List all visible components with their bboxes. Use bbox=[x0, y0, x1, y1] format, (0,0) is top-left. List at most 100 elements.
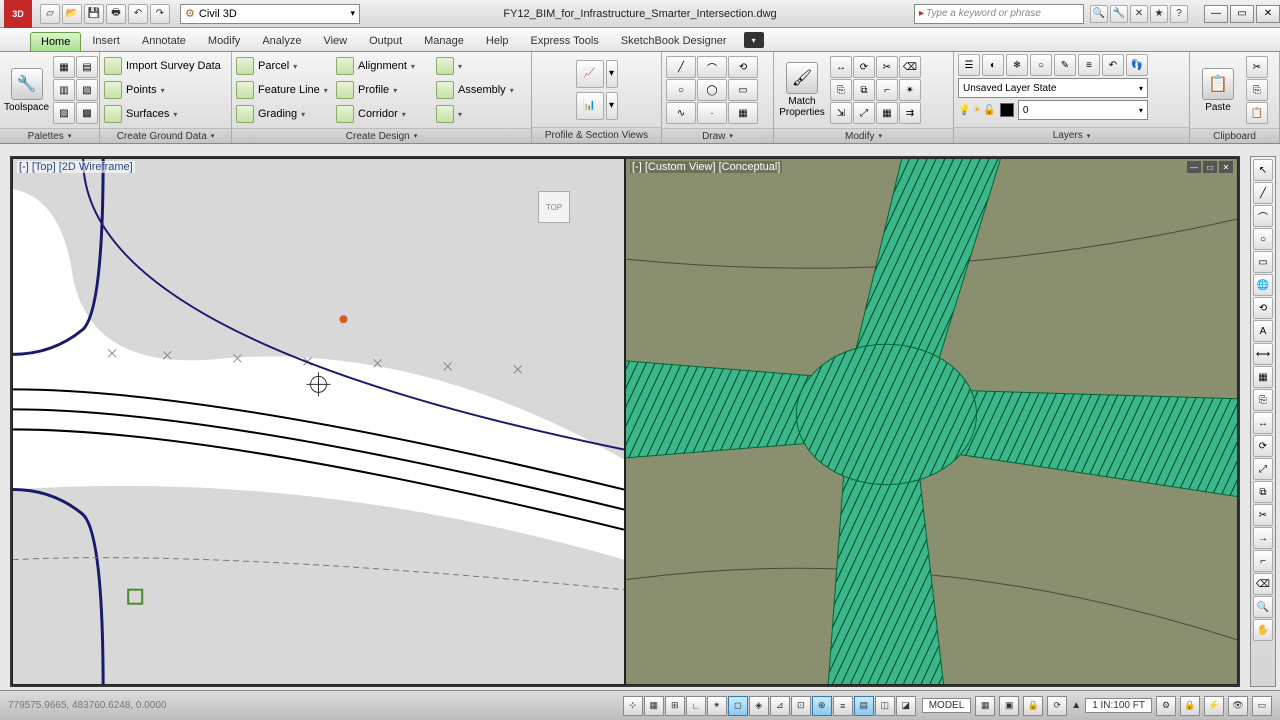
viewport-2d[interactable]: [-] [Top] [2D Wireframe] TOP WCS ▾ bbox=[12, 158, 625, 685]
polyline-button[interactable]: ⟲ bbox=[728, 56, 758, 78]
tool-dim-icon[interactable]: ⟷ bbox=[1253, 343, 1273, 365]
trim-button[interactable]: ✂ bbox=[876, 56, 898, 78]
rotate-button[interactable]: ⟳ bbox=[853, 56, 875, 78]
tool-circle-icon[interactable]: ○ bbox=[1253, 228, 1273, 250]
layer-props-button[interactable]: ☰ bbox=[958, 54, 980, 76]
vp-max-icon[interactable]: ▭ bbox=[1203, 161, 1217, 173]
osnap-button[interactable]: ◻ bbox=[728, 696, 748, 716]
tab-manage[interactable]: Manage bbox=[413, 31, 475, 51]
copy-button[interactable]: ⎘ bbox=[830, 79, 852, 101]
hatch-button[interactable]: ▦ bbox=[728, 102, 758, 124]
corridor-button[interactable]: Corridor▾ bbox=[334, 102, 434, 126]
profile-view-dd[interactable]: ▾ bbox=[606, 60, 618, 88]
panel-ground-title[interactable]: Create Ground Data bbox=[100, 128, 231, 143]
polar-button[interactable]: ✴ bbox=[707, 696, 727, 716]
layer-off-button[interactable]: ○ bbox=[1030, 54, 1052, 76]
panel-draw-title[interactable]: Draw bbox=[662, 128, 773, 143]
tool-arc-icon[interactable]: ⌒ bbox=[1253, 205, 1273, 227]
viewcube-face[interactable]: TOP bbox=[538, 191, 570, 223]
parcel-button[interactable]: Parcel▾ bbox=[234, 54, 334, 78]
tab-home[interactable]: Home bbox=[30, 32, 81, 51]
section-view-dd[interactable]: ▾ bbox=[606, 92, 618, 120]
tool-polyline-icon[interactable]: ⟲ bbox=[1253, 297, 1273, 319]
panel-palettes-title[interactable]: Palettes bbox=[0, 128, 99, 143]
paste-button[interactable]: 📋 Paste bbox=[1192, 54, 1244, 126]
grading-button[interactable]: Grading▾ bbox=[234, 102, 334, 126]
annoscale-lock-icon[interactable]: 🔒 bbox=[1023, 696, 1043, 716]
viewport-2d-label[interactable]: [-] [Top] [2D Wireframe] bbox=[17, 161, 135, 173]
alignment-button[interactable]: Alignment▾ bbox=[334, 54, 434, 78]
palette-btn-3[interactable]: ▥ bbox=[53, 79, 75, 101]
layer-state-combo[interactable]: Unsaved Layer State bbox=[958, 78, 1148, 98]
paste-special-button[interactable]: 📋 bbox=[1246, 102, 1268, 124]
tool-hatch-icon[interactable]: ▦ bbox=[1253, 366, 1273, 388]
layer-combo[interactable]: 0 bbox=[1018, 100, 1148, 120]
point-button[interactable]: · bbox=[697, 102, 727, 124]
toolbar-lock-icon[interactable]: 🔒 bbox=[1180, 696, 1200, 716]
stretch-button[interactable]: ⇲ bbox=[830, 102, 852, 124]
tool-scale-icon[interactable]: ⤢ bbox=[1253, 458, 1273, 480]
tab-sketchbook[interactable]: SketchBook Designer bbox=[610, 31, 738, 51]
pipenetwork-button[interactable]: ▾ bbox=[434, 102, 524, 126]
model-space-button[interactable]: MODEL bbox=[922, 698, 972, 713]
annoscale-sync-icon[interactable]: ⟳ bbox=[1047, 696, 1067, 716]
isolate-objects-icon[interactable]: 👁 bbox=[1228, 696, 1248, 716]
offset-button[interactable]: ⇉ bbox=[899, 102, 921, 124]
search-input[interactable]: Type a keyword or phrase bbox=[914, 4, 1084, 24]
qat-undo-icon[interactable]: ↶ bbox=[128, 4, 148, 24]
points-button[interactable]: Points▾ bbox=[102, 78, 229, 102]
assembly-button[interactable]: Assembly▾ bbox=[434, 78, 524, 102]
scale-triangle-icon[interactable]: ▲ bbox=[1071, 700, 1081, 711]
tool-zoom-icon[interactable]: 🔍 bbox=[1253, 596, 1273, 618]
workspace-switch-icon[interactable]: ⚙ bbox=[1156, 696, 1176, 716]
panel-design-title[interactable]: Create Design bbox=[232, 128, 531, 143]
tab-view[interactable]: View bbox=[312, 31, 358, 51]
tool-line-icon[interactable]: ╱ bbox=[1253, 182, 1273, 204]
annotation-scale[interactable]: 1 IN:100 FT bbox=[1085, 698, 1152, 713]
circle-button[interactable]: ○ bbox=[666, 79, 696, 101]
layer-make-button[interactable]: ✎ bbox=[1054, 54, 1076, 76]
tool-erase-icon[interactable]: ⌫ bbox=[1253, 573, 1273, 595]
palette-btn-2[interactable]: ▤ bbox=[76, 56, 98, 78]
app-icon[interactable]: 3D bbox=[4, 0, 32, 28]
snap-button[interactable]: ▦ bbox=[644, 696, 664, 716]
tab-annotate[interactable]: Annotate bbox=[131, 31, 197, 51]
line-button[interactable]: ╱ bbox=[666, 56, 696, 78]
mirror-button[interactable]: ⧉ bbox=[853, 79, 875, 101]
rect-button[interactable]: ▭ bbox=[728, 79, 758, 101]
qat-new-icon[interactable]: ▱ bbox=[40, 4, 60, 24]
import-survey-button[interactable]: Import Survey Data bbox=[102, 54, 229, 78]
surfaces-button[interactable]: Surfaces▾ bbox=[102, 102, 229, 126]
vp-min-icon[interactable]: — bbox=[1187, 161, 1201, 173]
layer-match-button[interactable]: ≡ bbox=[1078, 54, 1100, 76]
sc-button[interactable]: ◪ bbox=[896, 696, 916, 716]
tab-modify[interactable]: Modify bbox=[197, 31, 251, 51]
tab-insert[interactable]: Insert bbox=[81, 31, 131, 51]
maximize-button[interactable]: ▭ bbox=[1230, 5, 1254, 23]
qat-open-icon[interactable]: 📂 bbox=[62, 4, 82, 24]
tool-rect-icon[interactable]: ▭ bbox=[1253, 251, 1273, 273]
tool-mirror-icon[interactable]: ⧉ bbox=[1253, 481, 1273, 503]
ducs-button[interactable]: ⊡ bbox=[791, 696, 811, 716]
palette-btn-5[interactable]: ▨ bbox=[53, 102, 75, 124]
profile-button[interactable]: Profile▾ bbox=[334, 78, 434, 102]
explode-button[interactable]: ✴ bbox=[899, 79, 921, 101]
scale-button[interactable]: ⤢ bbox=[853, 102, 875, 124]
match-properties-button[interactable]: 🖌 Match Properties bbox=[776, 54, 828, 126]
qat-print-icon[interactable]: 🖶 bbox=[106, 4, 126, 24]
dyn-button[interactable]: ⊕ bbox=[812, 696, 832, 716]
cut-button[interactable]: ✂ bbox=[1246, 56, 1268, 78]
spline-button[interactable]: ∿ bbox=[666, 102, 696, 124]
tool-fillet-icon[interactable]: ⌐ bbox=[1253, 550, 1273, 572]
exchange-icon[interactable]: ✕ bbox=[1130, 5, 1148, 23]
ortho-button[interactable]: ∟ bbox=[686, 696, 706, 716]
palette-btn-1[interactable]: ▦ bbox=[53, 56, 75, 78]
section-view-button[interactable]: 📊 bbox=[576, 92, 604, 120]
viewcube[interactable]: TOP bbox=[524, 177, 584, 237]
qp-button[interactable]: ◫ bbox=[875, 696, 895, 716]
vp-close-icon[interactable]: ✕ bbox=[1219, 161, 1233, 173]
minimize-button[interactable]: — bbox=[1204, 5, 1228, 23]
lwt-button[interactable]: ≡ bbox=[833, 696, 853, 716]
tab-output[interactable]: Output bbox=[358, 31, 413, 51]
move-button[interactable]: ↔ bbox=[830, 56, 852, 78]
